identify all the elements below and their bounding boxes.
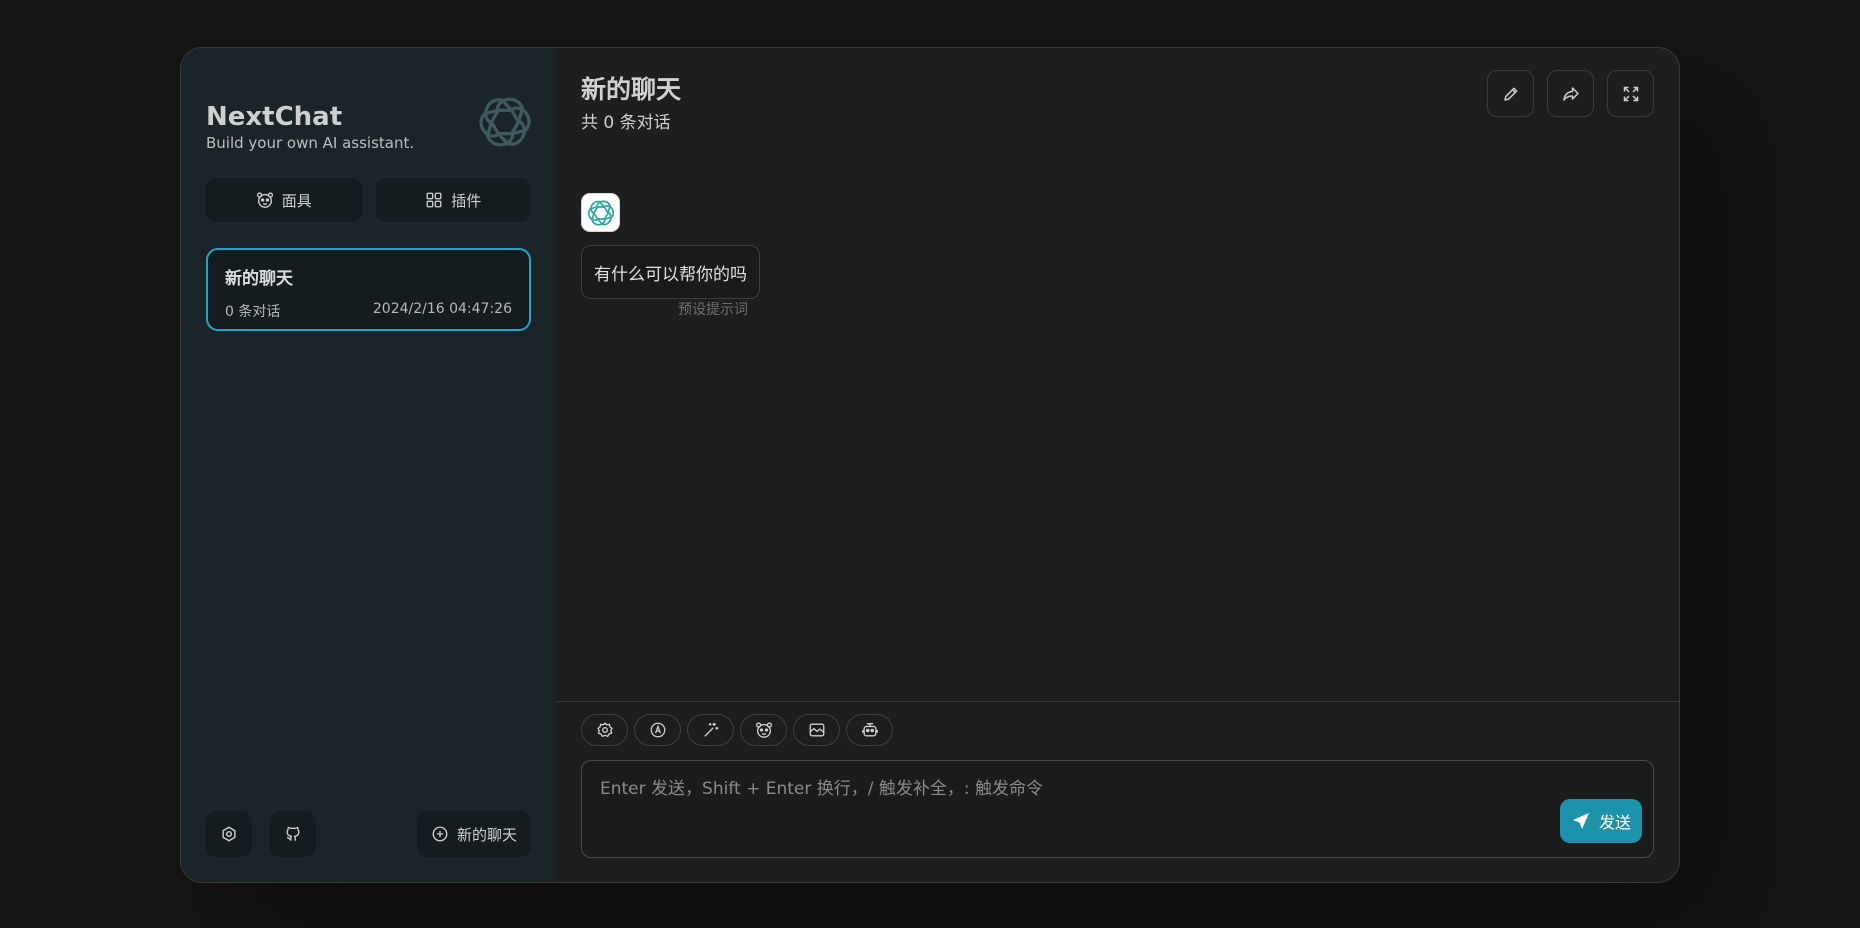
share-button[interactable] bbox=[1547, 70, 1594, 117]
openai-logo-icon bbox=[479, 97, 531, 147]
chat-title[interactable]: 新的聊天 bbox=[581, 70, 681, 106]
fullscreen-button[interactable] bbox=[1607, 70, 1654, 117]
image-icon bbox=[809, 723, 824, 737]
chat-item-meta: 0 条对话 2024/2/16 04:47:26 bbox=[225, 301, 512, 321]
chat-list-item[interactable]: 新的聊天 0 条对话 2024/2/16 04:47:26 bbox=[206, 248, 531, 331]
header-actions bbox=[1487, 70, 1654, 117]
mask-button[interactable]: 面具 bbox=[206, 178, 362, 222]
bot-avatar bbox=[581, 193, 620, 232]
chat-main: 新的聊天 共 0 条对话 有什么可以帮你的吗 预设提示词 Enter 发送，Sh… bbox=[556, 48, 1679, 882]
add-circle-icon bbox=[432, 826, 448, 842]
prompt-magic-icon bbox=[703, 722, 718, 737]
message-note: 预设提示词 bbox=[678, 302, 748, 318]
chat-toolbar bbox=[581, 714, 893, 746]
settings-icon bbox=[222, 826, 236, 842]
prompt-button[interactable] bbox=[687, 714, 734, 746]
app-window: NextChat Build your own AI assistant. 面具… bbox=[180, 47, 1680, 883]
bot-message: 有什么可以帮你的吗 bbox=[581, 245, 760, 299]
input-panel: 发送 bbox=[556, 701, 1679, 882]
send-button-label: 发送 bbox=[1598, 813, 1631, 832]
model-select-button[interactable] bbox=[846, 714, 893, 746]
sidebar-actions: 面具 插件 bbox=[206, 178, 531, 222]
edit-icon bbox=[1503, 87, 1517, 101]
chat-item-title: 新的聊天 bbox=[225, 269, 293, 289]
send-button[interactable]: 发送 bbox=[1560, 799, 1642, 843]
new-chat-button[interactable]: 新的聊天 bbox=[416, 811, 531, 857]
image-tool-button[interactable] bbox=[793, 714, 840, 746]
bot-message-text: 有什么可以帮你的吗 bbox=[594, 264, 747, 285]
mask-button-label: 面具 bbox=[281, 191, 312, 210]
settings-icon bbox=[596, 722, 613, 738]
github-button[interactable] bbox=[270, 811, 316, 857]
message-input[interactable] bbox=[582, 761, 1653, 857]
settings-button[interactable] bbox=[206, 811, 252, 857]
plugin-button-label: 插件 bbox=[451, 191, 482, 210]
send-icon bbox=[1572, 813, 1589, 829]
sidebar: NextChat Build your own AI assistant. 面具… bbox=[181, 48, 556, 882]
edit-button[interactable] bbox=[1487, 70, 1534, 117]
theme-toggle-button[interactable] bbox=[634, 714, 681, 746]
message-input-box: 发送 bbox=[581, 760, 1654, 858]
openai-logo-icon bbox=[587, 199, 614, 226]
github-icon bbox=[286, 826, 300, 841]
share-icon bbox=[1562, 86, 1579, 101]
mask-icon bbox=[256, 192, 273, 208]
plugin-grid-icon bbox=[426, 192, 442, 208]
mask-icon bbox=[755, 722, 772, 738]
mask-tool-button[interactable] bbox=[740, 714, 787, 746]
auto-theme-icon bbox=[650, 722, 665, 738]
chat-subtitle: 共 0 条对话 bbox=[581, 113, 671, 133]
chat-settings-button[interactable] bbox=[581, 714, 628, 746]
new-chat-label: 新的聊天 bbox=[456, 825, 517, 844]
plugin-button[interactable]: 插件 bbox=[375, 178, 531, 222]
chat-header: 新的聊天 共 0 条对话 bbox=[581, 70, 681, 133]
sidebar-footer: 新的聊天 bbox=[206, 811, 531, 857]
robot-icon bbox=[861, 723, 878, 737]
chat-item-count: 0 条对话 bbox=[225, 304, 281, 320]
chat-item-time: 2024/2/16 04:47:26 bbox=[372, 301, 512, 317]
fullscreen-icon bbox=[1623, 86, 1638, 101]
